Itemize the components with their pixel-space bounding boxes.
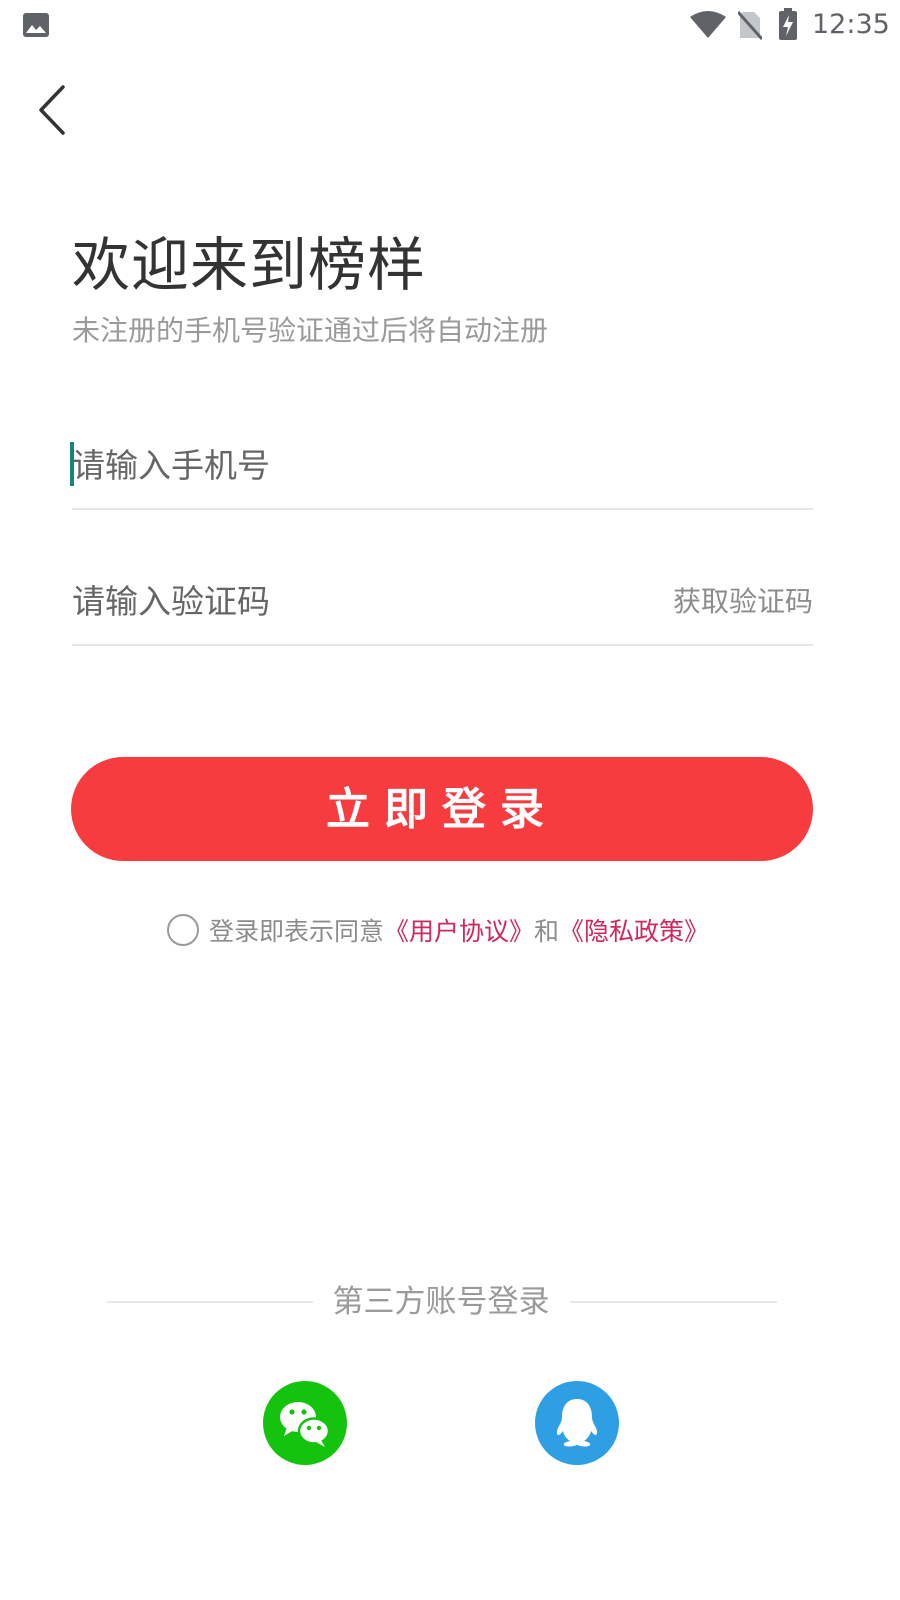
status-bar: 12:35 [0,0,900,50]
agreement-row: 登录即表示同意 《用户协议》 和 《隐私政策》 [167,910,709,950]
gallery-icon [23,13,49,37]
divider-left [107,1301,313,1303]
wechat-icon [280,1402,331,1447]
status-time: 12:35 [812,9,890,40]
get-code-button[interactable]: 获取验证码 [673,582,813,622]
back-button[interactable] [30,80,80,140]
third-party-label: 第三方账号登录 [332,1284,550,1320]
agreement-prefix: 登录即表示同意 [209,917,385,946]
privacy-policy-link[interactable]: 《隐私政策》 [559,912,709,948]
page-subtitle: 未注册的手机号验证通过后将自动注册 [72,314,549,347]
phone-field [70,430,813,510]
code-field: 获取验证码 [72,566,813,646]
agreement-checkbox[interactable] [167,914,199,946]
agreement-conjunction: 和 [534,917,560,946]
login-button[interactable]: 立即登录 [71,757,813,861]
battery-charging-icon [779,8,797,40]
wechat-login-button[interactable] [263,1381,347,1465]
qq-icon [556,1399,598,1447]
verification-code-input[interactable] [72,566,632,636]
qq-login-button[interactable] [535,1381,619,1465]
wifi-icon [690,11,726,38]
chevron-left-icon [39,85,65,135]
page-title: 欢迎来到榜样 [72,231,427,299]
phone-input[interactable] [72,430,632,500]
login-screen: 12:35 欢迎来到榜样 未注册的手机号验证通过后将自动注册 获取验证码 立即登… [0,0,900,1600]
text-cursor [70,442,74,486]
divider-right [570,1301,777,1303]
no-sim-icon [738,11,762,40]
user-agreement-link[interactable]: 《用户协议》 [384,912,534,948]
